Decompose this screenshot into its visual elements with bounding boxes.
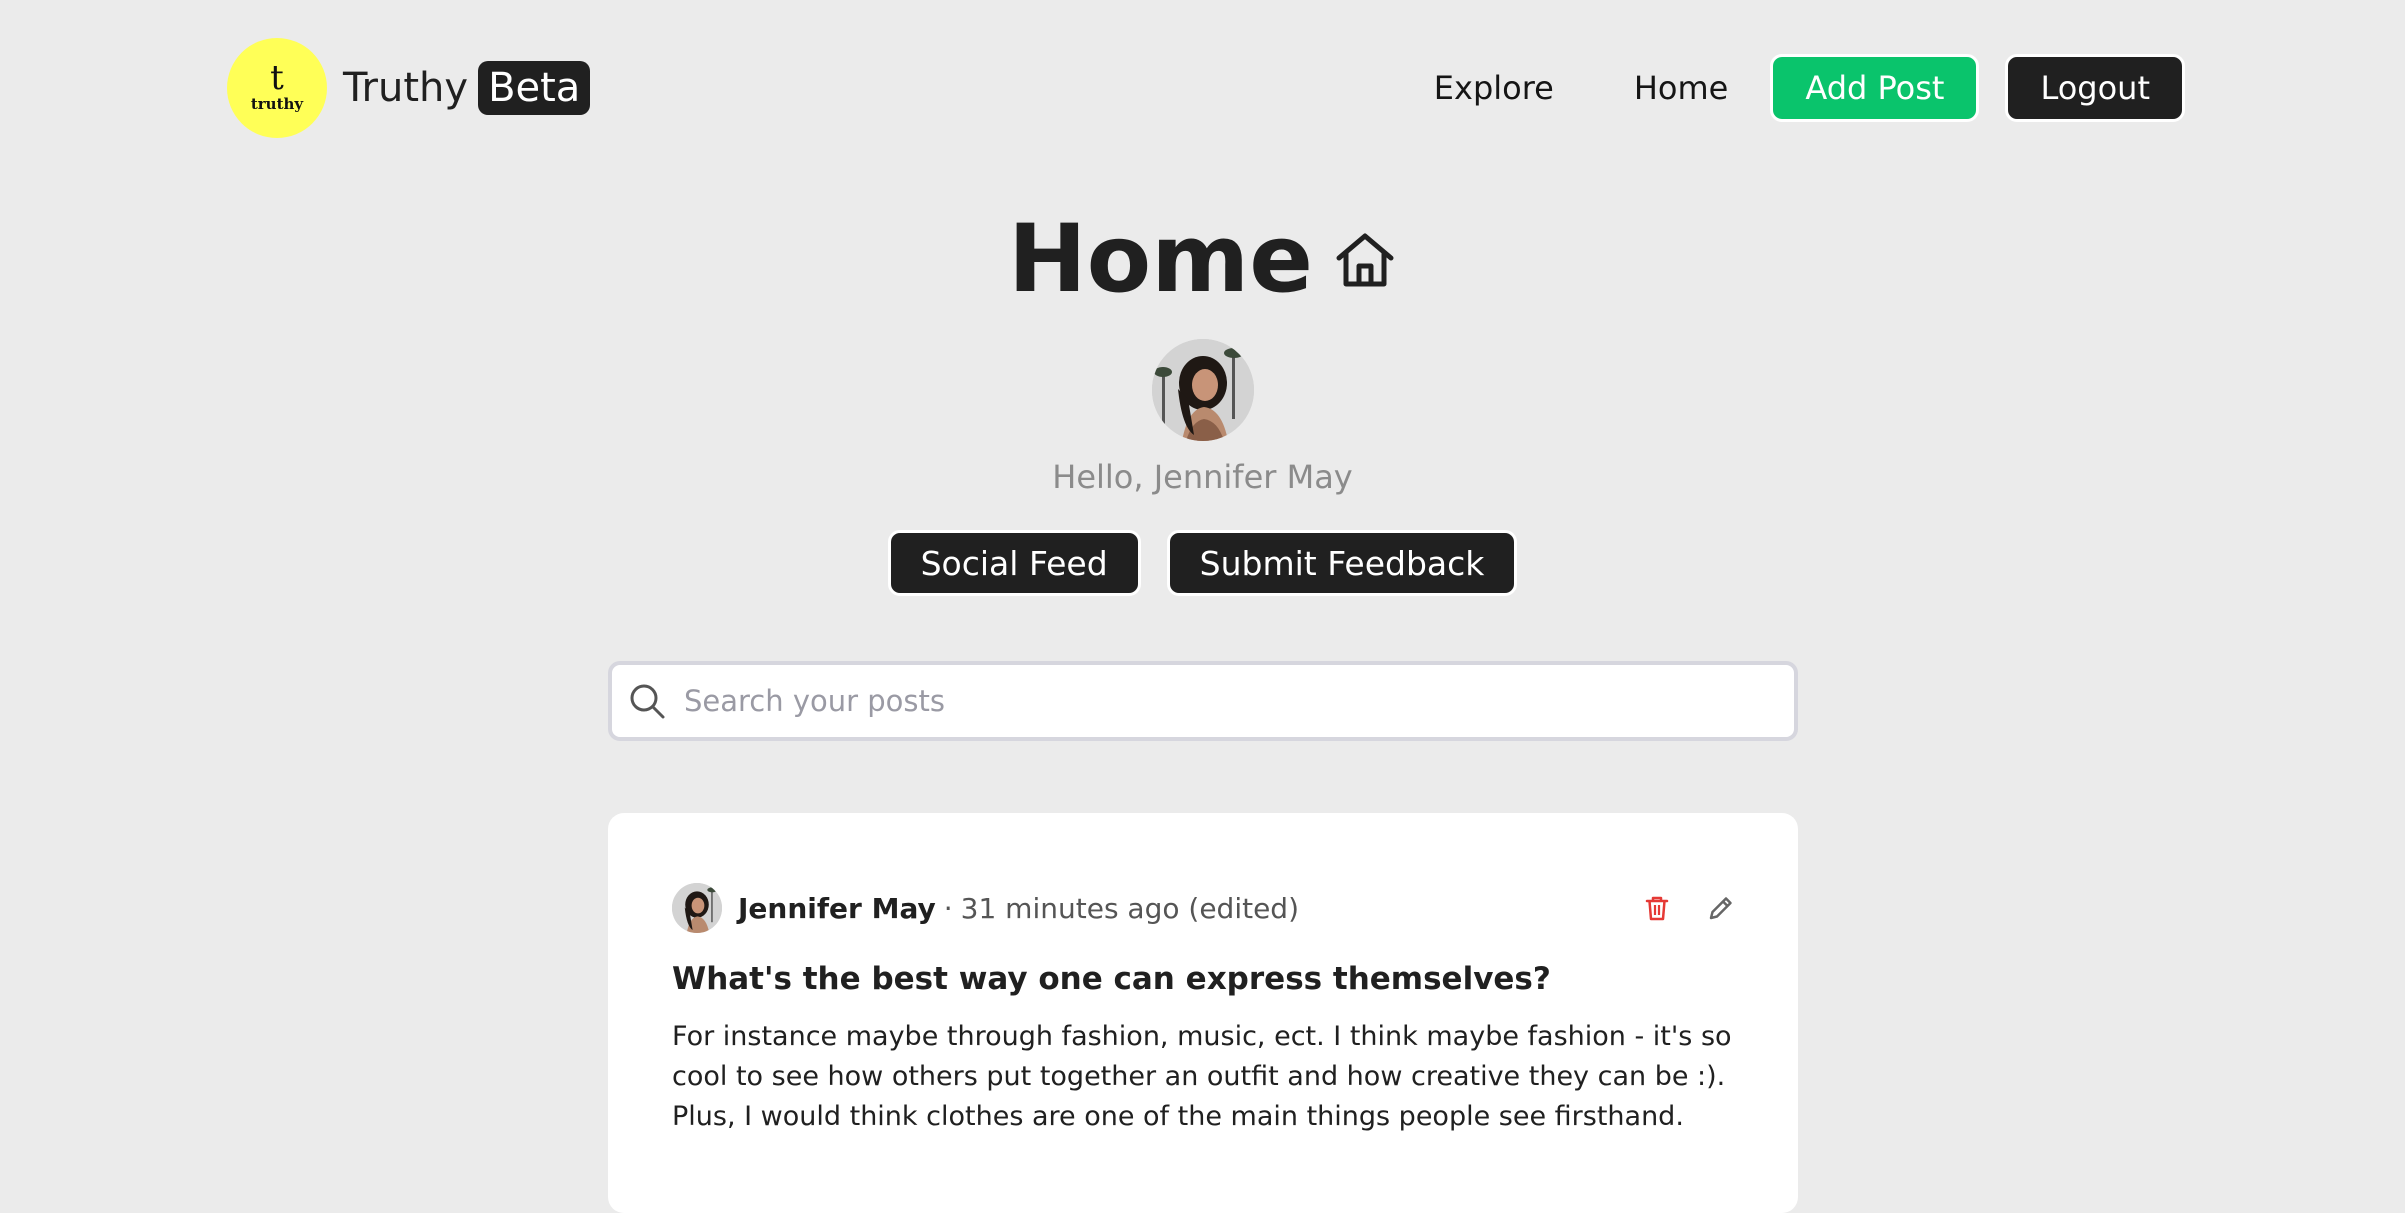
brand[interactable]: t truthy Truthy Beta [227,38,591,138]
nav-home[interactable]: Home [1634,69,1729,107]
greeting: Hello, Jennifer May [1052,458,1353,496]
logo-letter: t [270,58,284,98]
search-icon [630,684,665,719]
post-header: Jennifer May · 31 minutes ago (edited) [672,883,1299,933]
pencil-icon[interactable] [1706,893,1736,923]
social-feed-button[interactable]: Social Feed [887,530,1141,596]
brand-name: Truthy [343,65,469,111]
avatar[interactable] [672,883,722,933]
post-author[interactable]: Jennifer May [738,892,936,925]
beta-badge: Beta [478,61,591,115]
search-input[interactable] [682,683,1762,719]
main-nav: Explore Home Add Post Logout [1354,54,2185,122]
add-post-button[interactable]: Add Post [1770,54,1980,122]
post-separator: · [943,891,953,925]
profile-avatar[interactable] [1152,339,1254,441]
post-timestamp: 31 minutes ago (edited) [960,891,1299,925]
top-header: t truthy Truthy Beta Explore Home Add Po… [0,0,2405,175]
trash-icon[interactable] [1642,893,1672,923]
search-bar[interactable] [608,661,1798,741]
avatar-image [672,883,722,933]
post-actions [1608,893,1736,923]
nav-explore[interactable]: Explore [1434,69,1554,107]
logout-button[interactable]: Logout [2005,54,2185,122]
logo[interactable]: t truthy [227,38,327,138]
page-title-row: Home [0,205,2405,315]
page-title: Home [1008,205,1313,314]
avatar-image [1152,339,1254,441]
action-row: Social Feed Submit Feedback [0,530,2405,596]
post-card: Jennifer May · 31 minutes ago (edited) W… [608,813,1798,1213]
post-body: For instance maybe through fashion, musi… [672,1021,1732,1132]
submit-feedback-button[interactable]: Submit Feedback [1166,530,1518,596]
post-title[interactable]: What's the best way one can express them… [672,961,1551,997]
home-icon [1336,233,1394,287]
logo-word: truthy [250,95,304,113]
